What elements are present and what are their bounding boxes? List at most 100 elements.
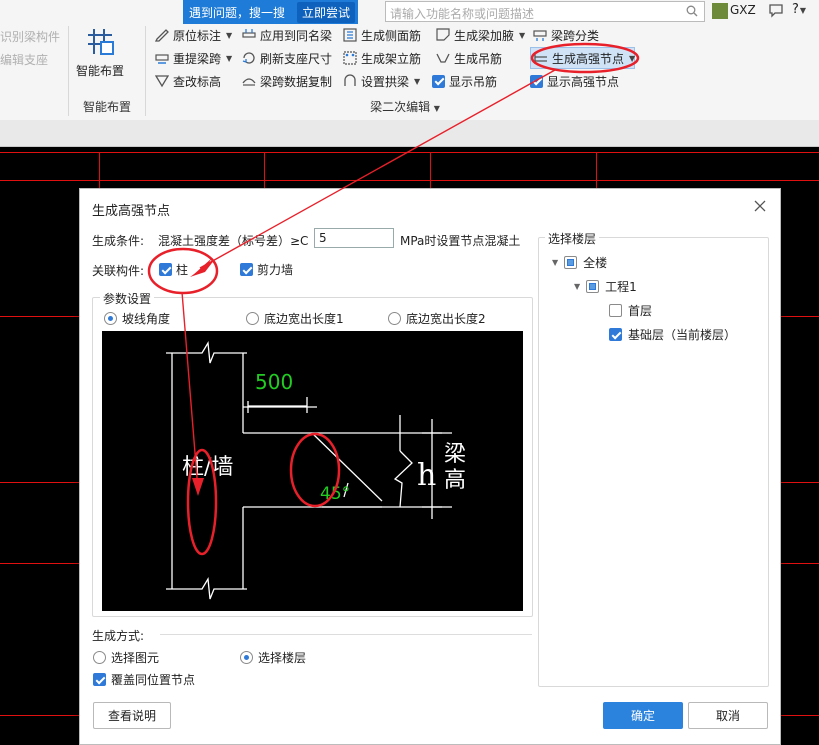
ribbon-item-label: 生成架立筋: [361, 51, 422, 66]
grid-line: [780, 563, 819, 564]
radio-label: 坡线角度: [122, 312, 171, 326]
tree-collapse-icon[interactable]: ▼: [574, 282, 580, 291]
ribbon-item-label: 设置拱梁: [361, 74, 410, 89]
radio-label: 底边宽出长度2: [406, 312, 486, 326]
ribbon-item-span-classify[interactable]: 梁跨分类: [533, 25, 599, 45]
ribbon-item-apply-same-beam[interactable]: 应用到同名梁: [242, 25, 332, 45]
checkbox-checked-icon: [609, 328, 622, 341]
erect-rebar-icon: [343, 51, 357, 65]
ribbon-item-re-extract-span[interactable]: 重提梁跨 ▼: [155, 48, 232, 68]
tree-item-label: 全楼: [583, 256, 608, 270]
ribbon-item-edit-support[interactable]: 编辑支座: [0, 49, 48, 69]
tree-item-foundation[interactable]: 基础层（当前楼层）: [609, 326, 736, 343]
ribbon-item-copy-span-data[interactable]: 梁跨数据复制: [242, 71, 332, 91]
radio-unselected-icon: [93, 651, 106, 664]
checkbox-checked-icon: [432, 74, 445, 88]
re-extract-span-icon: [155, 51, 169, 65]
column-checkbox[interactable]: 柱: [159, 261, 188, 278]
radio-label: 选择楼层: [258, 651, 307, 665]
radio-select-floor[interactable]: 选择楼层: [240, 649, 306, 666]
ribbon-item-origin-annotation[interactable]: 原位标注 ▼: [155, 25, 232, 45]
tree-item-label: 首层: [628, 304, 653, 318]
checkbox-checked-icon: [240, 263, 253, 276]
divider: [160, 634, 532, 635]
ribbon-bottom-strip: [0, 120, 819, 147]
smart-layout-button[interactable]: 智能布置: [72, 24, 128, 80]
ribbon-item-erect-rebar[interactable]: 生成架立筋: [343, 48, 421, 68]
ribbon-item-label: 生成高强节点: [552, 51, 625, 66]
search-input[interactable]: 请输入功能名称或问题描述: [385, 1, 705, 22]
ribbon-item-label: 查改标高: [173, 74, 222, 89]
help-button[interactable]: ?▼: [792, 2, 806, 17]
ribbon-divider: [145, 26, 146, 116]
ribbon-item-label: 显示吊筋: [449, 74, 498, 89]
group-label-smart-layout: 智能布置: [82, 100, 131, 114]
ribbon-item-label: 编辑支座: [0, 52, 49, 67]
help-mark: ?: [792, 2, 799, 17]
help-text: 遇到问题，搜一搜: [189, 5, 286, 20]
side-rebar-icon: [343, 28, 357, 42]
grid-line: [0, 482, 80, 483]
span-classify-icon: [533, 28, 547, 42]
column-label: 柱: [176, 263, 189, 277]
beam-label: 梁: [444, 442, 466, 467]
origin-annotation-icon: [155, 28, 169, 42]
tree-item-floor1[interactable]: 首层: [609, 302, 652, 319]
search-icon[interactable]: [686, 5, 698, 20]
grid-line: [0, 152, 819, 153]
h-label: h: [417, 458, 436, 493]
ribbon-item-side-rebar[interactable]: 生成侧面筋: [343, 25, 421, 45]
grid-line: [780, 715, 819, 716]
ribbon-item-hanger-bar[interactable]: 生成吊筋: [436, 48, 502, 68]
grid-line: [0, 715, 80, 716]
checkbox-checked-icon: [93, 673, 106, 686]
avatar[interactable]: [712, 3, 728, 19]
ribbon-divider: [68, 26, 69, 116]
radio-edge-length-2[interactable]: 底边宽出长度2: [388, 310, 486, 327]
close-icon[interactable]: [754, 200, 766, 215]
ribbon-item-label: 生成侧面筋: [361, 28, 422, 43]
node-diagram: 500 45° 柱/墙 h 梁 高: [102, 331, 523, 611]
smart-layout-icon: [84, 26, 116, 58]
ribbon-item-label: 显示高强节点: [547, 74, 620, 89]
shearwall-label: 剪力墙: [257, 263, 294, 277]
message-icon[interactable]: [768, 2, 784, 21]
high-strength-node-icon: [534, 51, 548, 65]
radio-slope-angle[interactable]: 坡线角度: [104, 310, 170, 327]
ribbon-item-check-elevation[interactable]: 查改标高: [155, 71, 221, 91]
dialog-title: 生成高强节点: [92, 204, 171, 219]
ribbon-item-refresh-support[interactable]: 刷新支座尺寸: [242, 48, 332, 68]
try-now-button[interactable]: 立即尝试: [297, 1, 356, 23]
grid-line: [0, 180, 819, 181]
grid-line: [430, 152, 431, 189]
shearwall-checkbox[interactable]: 剪力墙: [240, 261, 293, 278]
dim-value: 500: [255, 370, 293, 394]
floor-legend: 选择楼层: [545, 230, 600, 247]
radio-edge-length-1[interactable]: 底边宽出长度1: [246, 310, 344, 327]
radio-select-element[interactable]: 选择图元: [93, 649, 159, 666]
ribbon-item-label: 生成梁加腋: [454, 28, 515, 43]
ok-button[interactable]: 确定: [603, 702, 683, 729]
ribbon-item-arch-beam[interactable]: 设置拱梁 ▼: [343, 71, 420, 91]
view-help-button[interactable]: 查看说明: [93, 702, 171, 729]
tree-item-label: 工程1: [605, 280, 637, 294]
apply-same-beam-icon: [242, 28, 256, 42]
tree-item-project[interactable]: ▼ 工程1: [574, 278, 637, 295]
angle-value: 45°: [320, 484, 350, 504]
show-hanger-checkbox[interactable]: 显示吊筋: [432, 71, 497, 91]
ribbon-item-beam-haunch[interactable]: 生成梁加腋 ▼: [436, 25, 525, 45]
column-wall-label: 柱/墙: [182, 455, 233, 480]
tree-collapse-icon[interactable]: ▼: [552, 258, 558, 267]
condition-value-input[interactable]: 5: [314, 228, 394, 248]
related-label: 关联构件:: [92, 264, 145, 278]
ribbon-item-high-strength-node[interactable]: 生成高强节点 ▼: [534, 48, 635, 68]
grid-line: [0, 316, 80, 317]
radio-label: 底边宽出长度1: [264, 312, 344, 326]
show-high-strength-node-checkbox[interactable]: 显示高强节点: [530, 71, 619, 91]
tree-item-all[interactable]: ▼ 全楼: [552, 254, 607, 271]
ribbon-item-identify-beam[interactable]: 识别梁构件: [0, 26, 60, 46]
cancel-button[interactable]: 取消: [688, 702, 768, 729]
beam-haunch-icon: [436, 28, 450, 42]
condition-label: 生成条件:: [92, 234, 145, 248]
override-checkbox[interactable]: 覆盖同位置节点: [93, 671, 195, 688]
